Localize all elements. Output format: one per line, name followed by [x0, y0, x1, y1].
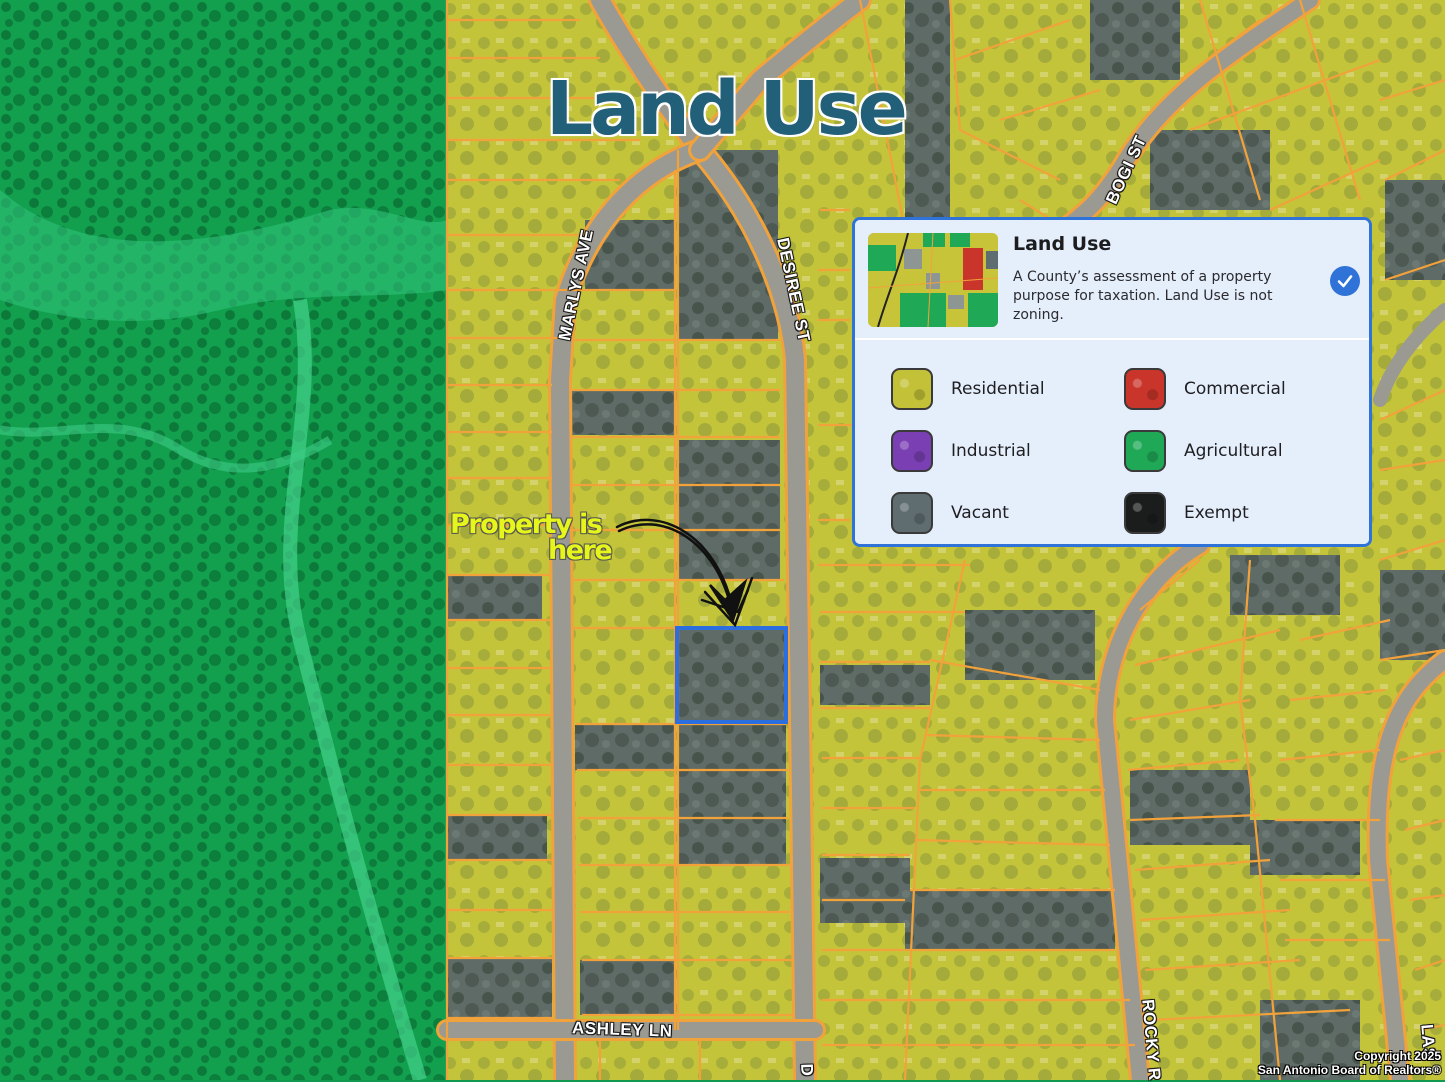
legend-swatch-vacant [891, 492, 933, 534]
copyright-line-2: San Antonio Board of Realtors® [1257, 1063, 1441, 1077]
panel-title: Land Use [1013, 233, 1112, 255]
copyright-notice: Copyright 2025 San Antonio Board of Real… [1258, 1049, 1441, 1077]
legend-swatch-agricultural [1124, 430, 1166, 472]
legend-label-exempt: Exempt [1184, 503, 1249, 523]
legend-item-residential: Residential [891, 358, 1124, 420]
map-title: Land Use [546, 66, 908, 152]
legend-label-agricultural: Agricultural [1184, 441, 1283, 461]
legend-item-agricultural: Agricultural [1124, 420, 1331, 482]
legend-item-vacant: Vacant [891, 482, 1124, 544]
legend-grid: Residential Commercial Industrial Agricultu… [891, 358, 1331, 544]
land-use-thumbnail [868, 233, 998, 327]
legend-swatch-residential [891, 368, 933, 410]
legend-swatch-industrial [891, 430, 933, 472]
legend-section: Residential Commercial Industrial Agricultu… [855, 340, 1369, 544]
street-label-d: D [797, 1063, 817, 1077]
legend-swatch-commercial [1124, 368, 1166, 410]
legend-label-commercial: Commercial [1184, 379, 1286, 399]
legend-swatch-exempt [1124, 492, 1166, 534]
legend-label-vacant: Vacant [951, 503, 1009, 523]
legend-label-industrial: Industrial [951, 441, 1031, 461]
checkmark-icon[interactable] [1330, 266, 1360, 296]
property-callout: Property is here [450, 511, 613, 566]
copyright-line-1: Copyright 2025 [1354, 1049, 1441, 1063]
land-use-panel-header[interactable]: Land Use A County’s assessment of a prop… [855, 220, 1369, 340]
legend-item-industrial: Industrial [891, 420, 1124, 482]
callout-line-2: here [548, 535, 613, 566]
land-use-panel[interactable]: Land Use A County’s assessment of a prop… [852, 217, 1372, 547]
street-label-ashley-ln: ASHLEY LN [571, 1018, 673, 1041]
panel-description: A County’s assessment of a property purp… [1013, 269, 1273, 323]
legend-label-residential: Residential [951, 379, 1045, 399]
legend-item-exempt: Exempt [1124, 482, 1331, 544]
legend-item-commercial: Commercial [1124, 358, 1331, 420]
